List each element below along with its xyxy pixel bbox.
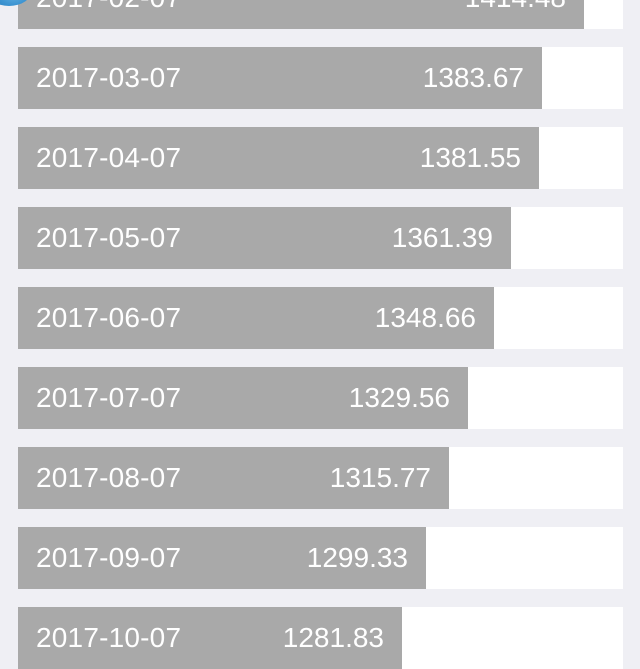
list-item[interactable]: 2017-07-07 1329.56 <box>18 367 623 429</box>
amount-label: 1348.66 <box>374 302 476 333</box>
list-item[interactable]: 2017-06-07 1348.66 <box>18 287 623 349</box>
amount-label: 1329.56 <box>348 382 450 413</box>
amount-label: 1361.39 <box>391 222 493 253</box>
date-label: 2017-05-07 <box>36 222 182 253</box>
date-label: 2017-06-07 <box>36 302 182 333</box>
amount-label: 1315.77 <box>329 462 431 493</box>
list-item[interactable]: 2017-09-07 1299.33 <box>18 527 623 589</box>
date-label: 2017-04-07 <box>36 142 182 173</box>
amount-label: 1281.83 <box>282 622 384 653</box>
amount-label: 1414.48 <box>465 0 566 29</box>
list-item[interactable]: 2017-10-07 1281.83 <box>18 607 623 669</box>
list-item[interactable]: 2017-05-07 1361.39 <box>18 207 623 269</box>
amount-label: 1299.33 <box>306 542 408 573</box>
date-label: 2017-09-07 <box>36 542 182 573</box>
list-item[interactable]: 2017-03-07 1383.67 <box>18 47 623 109</box>
list-item[interactable]: 2017-04-07 1381.55 <box>18 127 623 189</box>
list-item[interactable]: 2017-08-07 1315.77 <box>18 447 623 509</box>
date-label: 2017-02-07 <box>36 0 181 29</box>
date-label: 2017-03-07 <box>36 62 182 93</box>
amount-label: 1381.55 <box>419 142 521 173</box>
date-label: 2017-08-07 <box>36 462 182 493</box>
date-label: 2017-10-07 <box>36 622 182 653</box>
date-label: 2017-07-07 <box>36 382 182 413</box>
amount-label: 1383.67 <box>422 62 524 93</box>
list-item[interactable]: 2017-02-07 1414.48 <box>18 0 623 29</box>
